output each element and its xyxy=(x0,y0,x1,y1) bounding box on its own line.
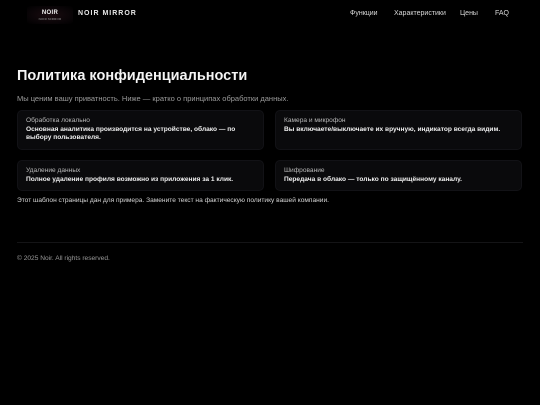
footer-divider xyxy=(17,242,523,243)
card-label: Шифрование xyxy=(284,167,325,174)
card-encryption: Шифрование Передача в облако — только по… xyxy=(275,160,522,191)
nav-link-features[interactable]: Функции xyxy=(350,10,378,17)
card-camera-microphone: Камера и микрофон Вы включаете/выключает… xyxy=(275,110,522,150)
card-local-processing: Обработка локально Основная аналитика пр… xyxy=(17,110,264,150)
template-note: Этот шаблон страницы дан для примера. За… xyxy=(17,197,329,204)
nav-link-faq[interactable]: FAQ xyxy=(495,10,509,17)
card-text: Основная аналитика производится на устро… xyxy=(26,125,236,142)
footer-copyright: © 2025 Noir. All rights reserved. xyxy=(17,255,110,262)
nav-link-pricing[interactable]: Цены xyxy=(460,10,478,17)
page-title: Политика конфиденциальности xyxy=(17,68,248,84)
page-subtitle: Мы ценим вашу приватность. Ниже — кратко… xyxy=(17,94,289,103)
card-label: Камера и микрофон xyxy=(284,117,346,124)
card-data-deletion: Удаление данных Полное удаление профиля … xyxy=(17,160,264,191)
main-nav: Функции Характеристики Цены FAQ xyxy=(0,10,540,20)
card-label: Обработка локально xyxy=(26,117,90,124)
site-header: NOIR NOIR MIRROR NOIR MIRROR Функции Хар… xyxy=(0,0,540,30)
card-text: Полное удаление профиля возможно из прил… xyxy=(26,175,234,183)
nav-link-specs[interactable]: Характеристики xyxy=(394,10,446,17)
card-label: Удаление данных xyxy=(26,167,81,174)
card-text: Вы включаете/выключаете их вручную, инди… xyxy=(284,125,501,133)
card-text: Передача в облако — только по защищённом… xyxy=(284,175,462,183)
